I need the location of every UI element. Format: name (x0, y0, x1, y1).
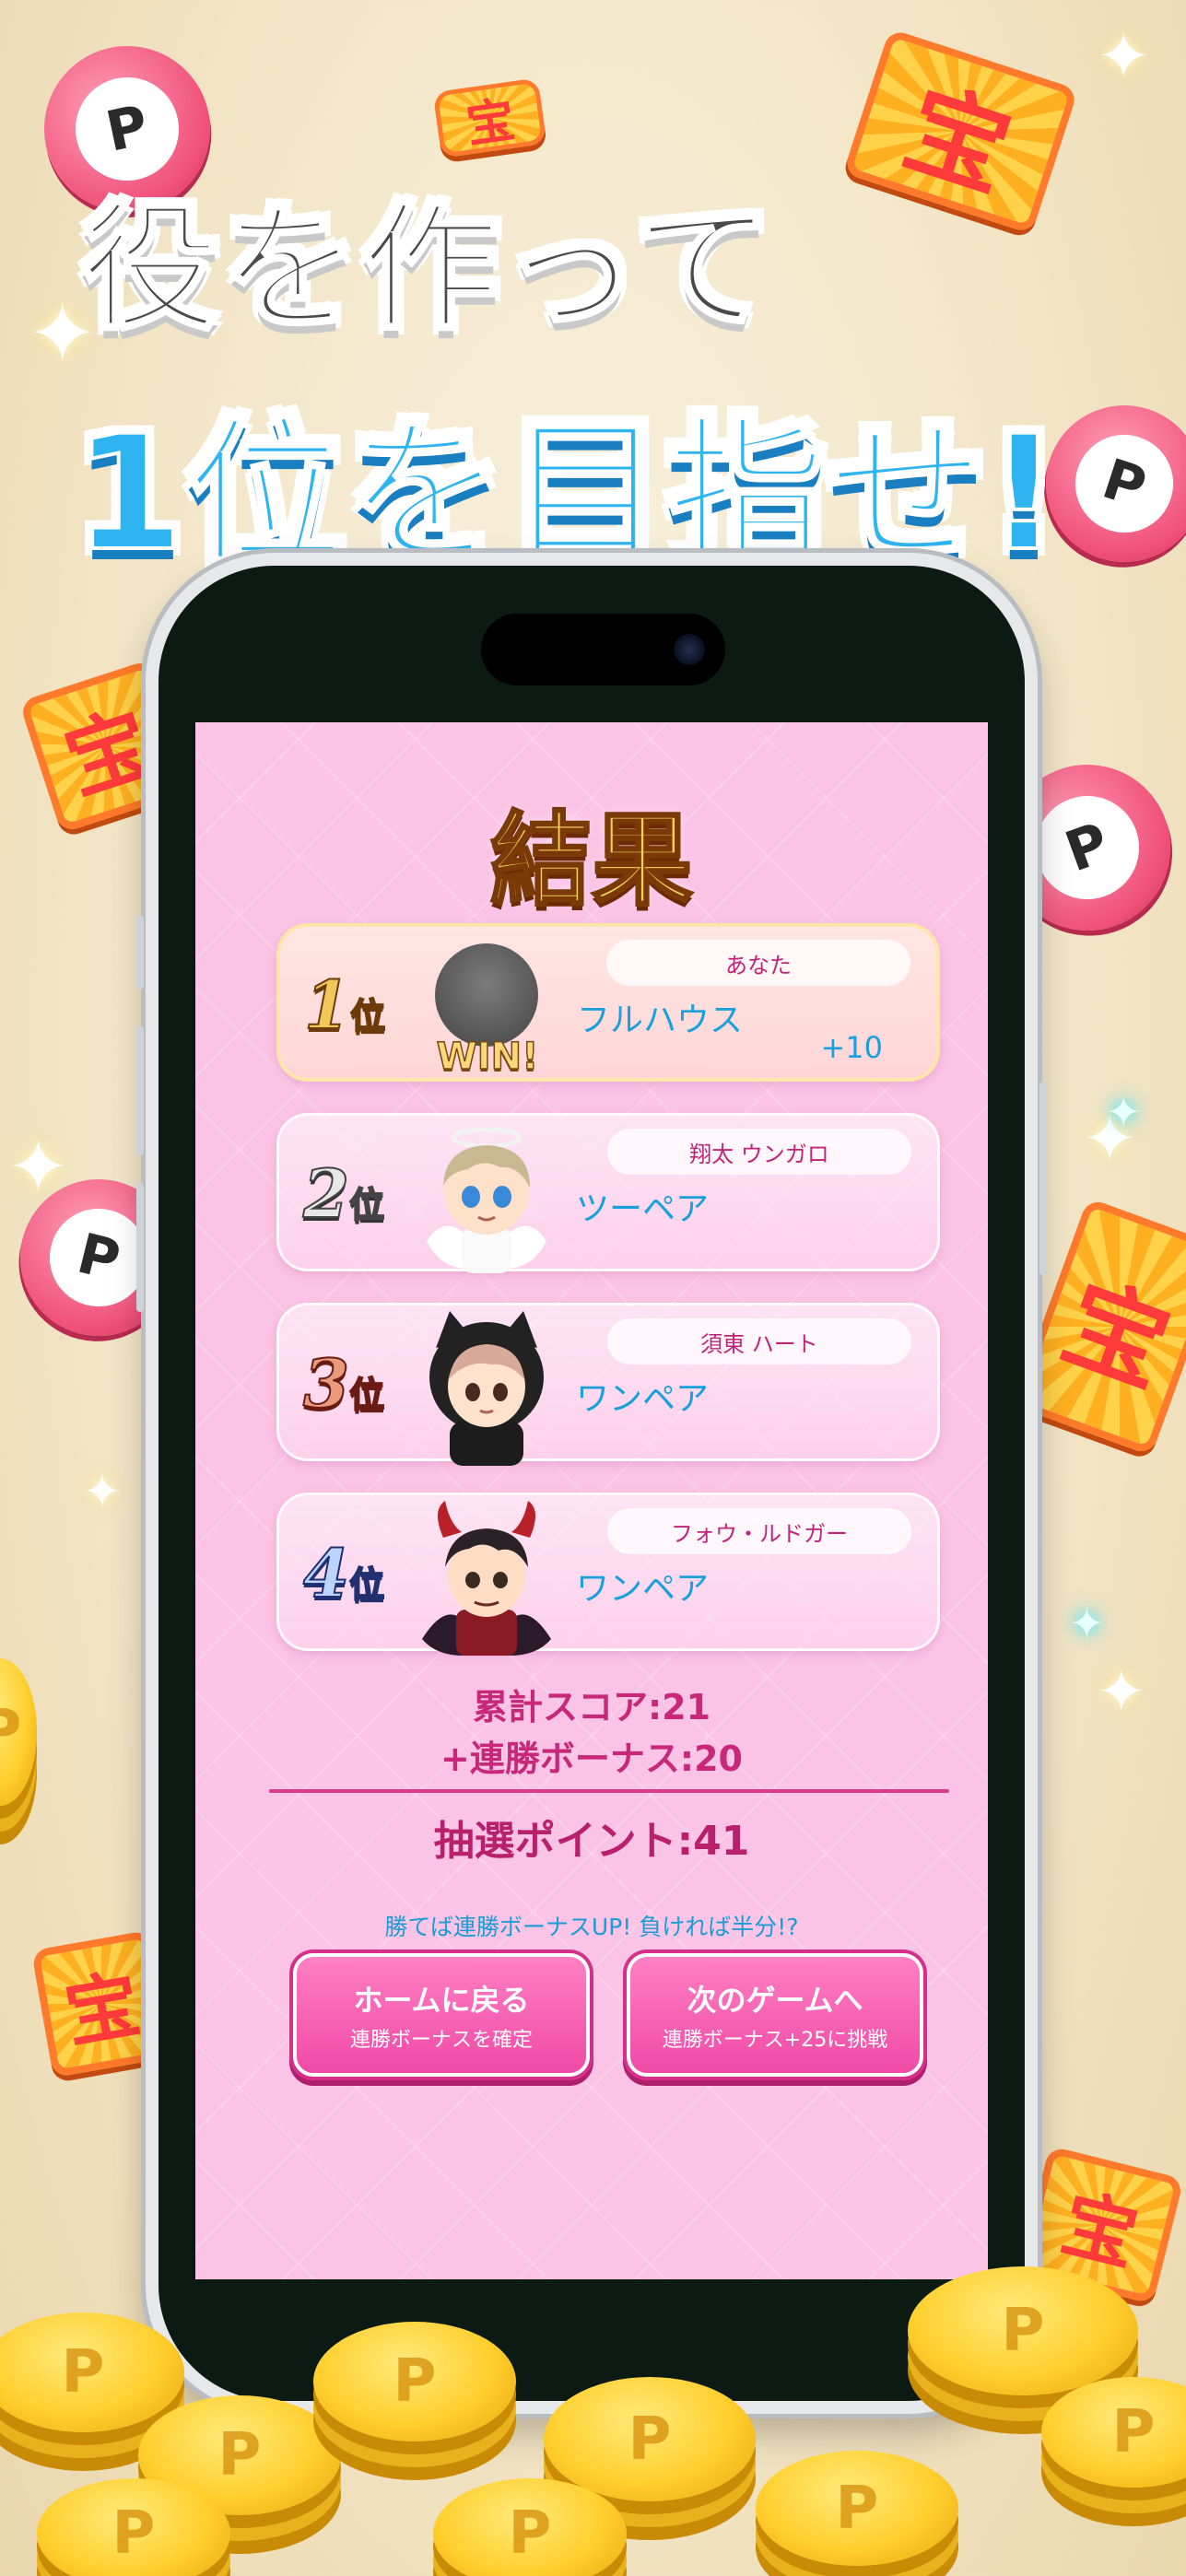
coin-icon: P (0, 2313, 184, 2432)
side-button (136, 916, 144, 989)
takara-ticket-icon: 宝 (842, 28, 1079, 235)
dynamic-island (481, 614, 725, 685)
result-card-4: 4位 フォウ・ルドガー ワンペア (276, 1493, 940, 1656)
sparkle-icon: ✦ (1069, 1598, 1105, 1648)
rank-label: 2位 (302, 1153, 385, 1234)
player-avatar-angel (417, 1121, 556, 1273)
rank-label: 4位 (302, 1533, 385, 1613)
rank-label: 1位 (303, 965, 386, 1045)
total-score: 累計スコア:21 (472, 1687, 711, 1727)
player-name: 須東 ハート (607, 1318, 911, 1364)
score-bonus: +10 (820, 1030, 883, 1065)
result-screen: 結果 1位 WIN! あなた フルハウス +10 2位 翔太 ウンガロ ツーペア… (195, 722, 988, 2279)
player-name: あなた (606, 940, 910, 986)
phone-frame: 結果 1位 WIN! あなた フルハウス +10 2位 翔太 ウンガロ ツーペア… (136, 553, 1047, 2414)
sparkle-icon: ✦ (1097, 18, 1151, 94)
lottery-points: 抽選ポイント:41 (433, 1818, 750, 1865)
player-avatar-devil (417, 1501, 556, 1656)
next-game-button[interactable]: 次のゲームへ 連勝ボーナス+25に挑戦 (627, 1953, 923, 2077)
result-card-1: 1位 WIN! あなた フルハウス +10 (276, 923, 940, 1082)
side-button (136, 1183, 144, 1312)
hand-name: ワンペア (576, 1380, 710, 1418)
side-button (1039, 1082, 1047, 1275)
coin-icon: P (313, 2322, 516, 2441)
p-letter: P (1063, 422, 1186, 545)
home-button-label: ホームに戻る (353, 1983, 530, 2018)
headline-line1: 役を作って (79, 187, 775, 351)
player-avatar-you: WIN! (418, 932, 557, 1080)
sparkle-icon: ✦ (1106, 1087, 1142, 1137)
home-button-sublabel: 連勝ボーナスを確定 (349, 2029, 533, 2052)
rank-label: 3位 (302, 1343, 385, 1423)
win-badge: WIN! (436, 1035, 539, 1079)
camera-icon (674, 634, 705, 665)
hand-name: ツーペア (576, 1190, 710, 1228)
sparkle-icon: ✦ (83, 1465, 122, 1518)
player-name: フォウ・ルドガー (607, 1508, 911, 1554)
result-card-2: 2位 翔太 ウンガロ ツーペア (276, 1113, 940, 1273)
streak-bonus: +連勝ボーナス:20 (440, 1739, 743, 1779)
coin-icon: P (756, 2451, 958, 2566)
hand-name: フルハウス (577, 1001, 744, 1039)
result-title: 結果 (489, 800, 695, 921)
coin-icon: P (0, 1658, 37, 1806)
streak-hint: 勝てば連勝ボーナスUP! 負ければ半分!? (384, 1914, 799, 1940)
next-game-button-sublabel: 連勝ボーナス+25に挑戦 (662, 2029, 888, 2052)
home-button[interactable]: ホームに戻る 連勝ボーナスを確定 (293, 1953, 590, 2077)
score-divider (269, 1789, 949, 1793)
side-button (136, 1026, 144, 1155)
next-game-button-label: 次のゲームへ (687, 1983, 863, 2018)
coin-icon: P (1041, 2377, 1186, 2488)
result-card-3: 3位 須東 ハート ワンペア (276, 1303, 940, 1466)
sparkle-icon: ✦ (7, 1124, 70, 1210)
p-letter: P (1021, 781, 1154, 914)
player-name: 翔太 ウンガロ (607, 1129, 911, 1175)
coin-icon: P (544, 2377, 756, 2501)
sparkle-icon: ✦ (1097, 1658, 1146, 1727)
hand-name: ワンペア (576, 1570, 710, 1608)
takara-ticket-icon: 宝 (432, 77, 547, 158)
coin-icon: P (908, 2266, 1138, 2395)
avatar-silhouette-icon (435, 943, 538, 1047)
player-avatar-catgirl (417, 1311, 556, 1466)
